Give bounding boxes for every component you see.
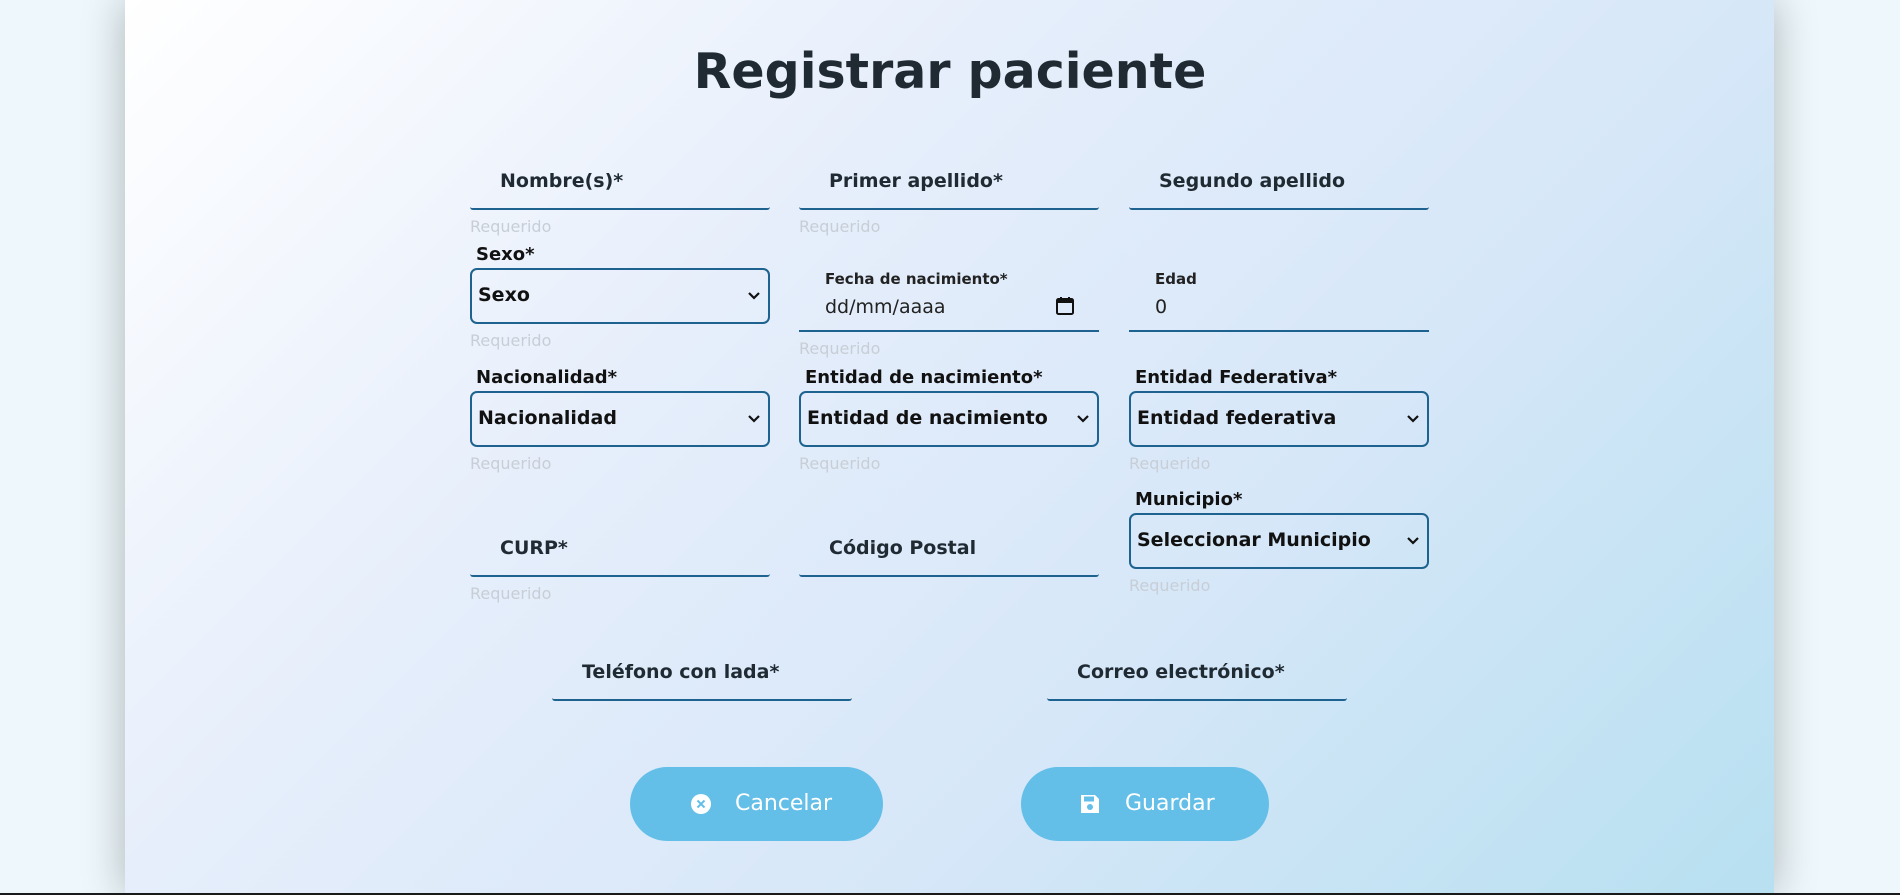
curp-label: CURP* [500,537,568,559]
entidad-federativa-select[interactable]: Entidad federativa [1129,391,1429,447]
sexo-label: Sexo* [476,244,535,265]
calendar-icon[interactable] [1055,296,1075,316]
entidad-federativa-field: Entidad Federativa* Entidad federativa R… [1129,364,1429,473]
codigo-postal-input[interactable]: Código Postal [799,521,1099,577]
sexo-select-value: Sexo [478,284,530,306]
entidad-nacimiento-field: Entidad de nacimiento* Entidad de nacimi… [799,364,1099,473]
entidad-federativa-select-value: Entidad federativa [1137,407,1337,429]
nombre-label: Nombre(s)* [500,170,624,192]
primer-apellido-field[interactable]: Primer apellido* Requerido [799,154,1099,236]
segundo-apellido-field[interactable]: Segundo apellido [1129,154,1429,210]
entidad-federativa-required-hint: Requerido [1129,454,1211,473]
primer-apellido-input[interactable]: Primer apellido* [799,154,1099,210]
curp-field[interactable]: CURP* Requerido [470,521,770,603]
nacionalidad-select-value: Nacionalidad [478,407,617,429]
curp-input[interactable]: CURP* [470,521,770,577]
codigo-postal-field[interactable]: Código Postal [799,521,1099,577]
entidad-nacimiento-label: Entidad de nacimiento* [805,367,1043,388]
chevron-down-icon [1407,537,1419,545]
sexo-select[interactable]: Sexo [470,268,770,324]
nacionalidad-select[interactable]: Nacionalidad [470,391,770,447]
municipio-required-hint: Requerido [1129,576,1211,595]
chevron-down-icon [748,292,760,300]
cancel-button[interactable]: Cancelar [630,767,883,841]
nombre-required-hint: Requerido [470,217,552,236]
fecha-nacimiento-required-hint: Requerido [799,339,881,358]
entidad-nacimiento-select[interactable]: Entidad de nacimiento [799,391,1099,447]
sexo-required-hint: Requerido [470,331,552,350]
nacionalidad-label: Nacionalidad* [476,367,618,388]
segundo-apellido-label: Segundo apellido [1159,170,1345,192]
entidad-nacimiento-required-hint: Requerido [799,454,881,473]
nacionalidad-field: Nacionalidad* Nacionalidad Requerido [470,364,770,473]
fecha-nacimiento-field[interactable]: Fecha de nacimiento* dd/mm/aaaa Requerid… [799,258,1099,358]
edad-value: 0 [1155,296,1168,318]
page-title: Registrar paciente [693,43,1207,100]
telefono-field[interactable]: Teléfono con lada* [552,645,852,701]
correo-label: Correo electrónico* [1077,661,1285,683]
chevron-down-icon [748,415,760,423]
chevron-down-icon [1407,415,1419,423]
telefono-label: Teléfono con lada* [582,661,780,683]
edad-field[interactable]: Edad 0 [1129,258,1429,332]
fecha-nacimiento-label: Fecha de nacimiento* [825,270,1008,288]
primer-apellido-label: Primer apellido* [829,170,1003,192]
cancel-button-label: Cancelar [735,791,833,816]
floppy-disk-icon [1081,795,1099,813]
fecha-nacimiento-input[interactable]: Fecha de nacimiento* dd/mm/aaaa [799,258,1099,332]
save-button[interactable]: Guardar [1021,767,1269,841]
telefono-input[interactable]: Teléfono con lada* [552,645,852,701]
edad-label: Edad [1155,270,1197,288]
segundo-apellido-input[interactable]: Segundo apellido [1129,154,1429,210]
nombre-input[interactable]: Nombre(s)* [470,154,770,210]
fecha-nacimiento-value: dd/mm/aaaa [825,296,946,318]
close-circle-icon [691,794,711,814]
nombre-field[interactable]: Nombre(s)* Requerido [470,154,770,236]
primer-apellido-required-hint: Requerido [799,217,881,236]
nacionalidad-required-hint: Requerido [470,454,552,473]
entidad-federativa-label: Entidad Federativa* [1135,367,1338,388]
edad-input[interactable]: Edad 0 [1129,258,1429,332]
entidad-nacimiento-select-value: Entidad de nacimiento [807,407,1048,429]
municipio-label: Municipio* [1135,489,1243,510]
municipio-select[interactable]: Seleccionar Municipio [1129,513,1429,569]
municipio-select-value: Seleccionar Municipio [1137,529,1371,551]
municipio-field: Municipio* Seleccionar Municipio Requeri… [1129,486,1429,595]
curp-required-hint: Requerido [470,584,552,603]
correo-field[interactable]: Correo electrónico* [1047,645,1347,701]
codigo-postal-label: Código Postal [829,537,977,559]
sexo-field: Sexo* Sexo Requerido [470,241,770,350]
save-button-label: Guardar [1125,791,1215,816]
chevron-down-icon [1077,415,1089,423]
correo-input[interactable]: Correo electrónico* [1047,645,1347,701]
